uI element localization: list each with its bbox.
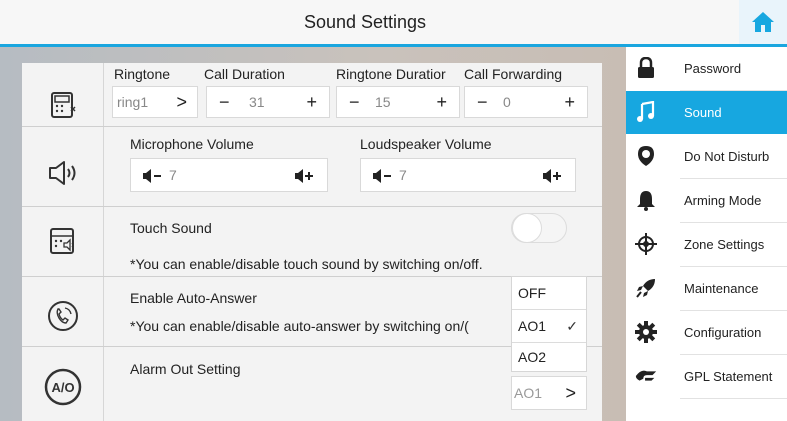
ringtone-duration-minus-button[interactable]: −	[349, 87, 360, 117]
call-forwarding-stepper[interactable]: − 0 +	[464, 86, 588, 118]
dropdown-option-ao2[interactable]: AO2	[512, 341, 586, 373]
microphone-volume-label: Microphone Volume	[130, 136, 254, 152]
touch-sound-row-icon	[40, 218, 86, 264]
ringtone-select[interactable]: ring1 >	[112, 86, 198, 118]
gpl-icon	[634, 364, 658, 388]
alarm-out-dropdown: OFF AO1 ✓ AO2	[511, 276, 587, 372]
volume-down-icon	[373, 169, 391, 184]
sidebar-item-label: Configuration	[684, 325, 762, 340]
ringtone-value: ring1	[117, 94, 149, 110]
auto-answer-row-icon	[40, 293, 86, 339]
music-note-icon	[634, 100, 658, 124]
call-forwarding-minus-button[interactable]: −	[477, 87, 488, 117]
touch-sound-note: *You can enable/disable touch sound by s…	[130, 256, 483, 272]
bell-icon	[634, 188, 658, 212]
loudspeaker-volume-value: 7	[399, 167, 407, 183]
sidebar-item-label: Password	[684, 61, 742, 76]
sidebar-item-gpl-statement[interactable]: GPL Statement	[626, 355, 787, 398]
sidebar-item-label: Zone Settings	[684, 237, 765, 252]
sidebar-item-configuration[interactable]: Configuration	[626, 311, 787, 354]
ringtone-duration-value: 15	[375, 94, 391, 110]
call-duration-minus-button[interactable]: −	[219, 87, 230, 117]
loudspeaker-volume-stepper[interactable]: 7	[360, 158, 576, 192]
sidebar-item-password[interactable]: Password	[626, 47, 787, 90]
call-duration-label: Call Duration	[204, 66, 285, 82]
sidebar-item-label: GPL Statement	[684, 369, 773, 384]
volume-up-icon	[295, 169, 313, 184]
sidebar-item-maintenance[interactable]: Maintenance	[626, 267, 787, 310]
lock-icon	[634, 56, 658, 80]
do-not-disturb-icon	[634, 144, 658, 168]
svg-text:A/O: A/O	[51, 380, 74, 395]
touch-sound-label: Touch Sound	[130, 220, 212, 236]
toggle-knob	[512, 213, 542, 243]
auto-answer-note: *You can enable/disable auto-answer by s…	[130, 318, 469, 334]
sidebar-item-zone-settings[interactable]: Zone Settings	[626, 223, 787, 266]
call-duration-plus-button[interactable]: +	[306, 87, 317, 117]
page-title: Sound Settings	[303, 12, 427, 32]
microphone-volume-value: 7	[169, 167, 177, 183]
microphone-volume-up-button[interactable]	[295, 159, 315, 191]
sidebar-item-label: Do Not Disturb	[684, 149, 770, 164]
chevron-right-icon: >	[176, 92, 187, 112]
chevron-right-icon: >	[565, 383, 576, 403]
volume-up-icon	[543, 169, 561, 184]
call-forwarding-label: Call Forwarding	[464, 66, 563, 82]
rocket-icon	[634, 276, 658, 300]
ringtone-row-icon	[40, 82, 86, 128]
home-button[interactable]	[739, 0, 787, 44]
call-duration-value: 31	[249, 94, 265, 110]
ringtone-duration-label: Ringtone Duratior	[336, 66, 446, 82]
gear-icon	[634, 320, 658, 344]
header-bar: Sound Settings	[0, 0, 787, 44]
loudspeaker-volume-down-button[interactable]	[373, 159, 395, 191]
alarm-out-value: AO1	[514, 385, 543, 401]
sidebar-item-sound[interactable]: Sound	[626, 91, 787, 134]
sidebar-item-label: Maintenance	[684, 281, 759, 296]
volume-row-icon	[40, 150, 86, 196]
sidebar-item-do-not-disturb[interactable]: Do Not Disturb	[626, 135, 787, 178]
call-duration-stepper[interactable]: − 31 +	[206, 86, 330, 118]
row-divider	[22, 206, 602, 207]
sidebar-item-label: Arming Mode	[684, 193, 762, 208]
microphone-volume-stepper[interactable]: 7	[130, 158, 328, 192]
ringtone-label: Ringtone	[114, 66, 171, 82]
checkmark-icon: ✓	[566, 318, 578, 334]
ringtone-duration-stepper[interactable]: − 15 +	[336, 86, 460, 118]
auto-answer-label: Enable Auto-Answer	[130, 290, 257, 306]
volume-down-icon	[143, 169, 161, 184]
sidebar-item-label: Sound	[684, 105, 722, 120]
sidebar-item-arming-mode[interactable]: Arming Mode	[626, 179, 787, 222]
home-icon	[752, 12, 774, 32]
icon-column-divider	[103, 63, 104, 421]
sidebar-divider	[680, 398, 787, 399]
crosshair-icon	[634, 232, 658, 256]
row-divider	[22, 126, 602, 127]
dropdown-option-label: AO1	[518, 318, 547, 334]
loudspeaker-volume-up-button[interactable]	[543, 159, 563, 191]
alarm-out-label: Alarm Out Setting	[130, 361, 241, 377]
dropdown-option-ao1[interactable]: AO1 ✓	[512, 310, 586, 342]
touch-sound-toggle[interactable]	[511, 213, 567, 243]
ringtone-duration-plus-button[interactable]: +	[436, 87, 447, 117]
dropdown-option-off[interactable]: OFF	[512, 277, 586, 309]
alarm-out-row-icon: A/O	[40, 364, 86, 410]
loudspeaker-volume-label: Loudspeaker Volume	[360, 136, 492, 152]
microphone-volume-down-button[interactable]	[143, 159, 165, 191]
alarm-out-select[interactable]: AO1 >	[511, 376, 587, 410]
call-forwarding-value: 0	[503, 94, 511, 110]
settings-sidebar: Password Sound Do Not Disturb Arming Mod…	[626, 47, 787, 421]
call-forwarding-plus-button[interactable]: +	[564, 87, 575, 117]
